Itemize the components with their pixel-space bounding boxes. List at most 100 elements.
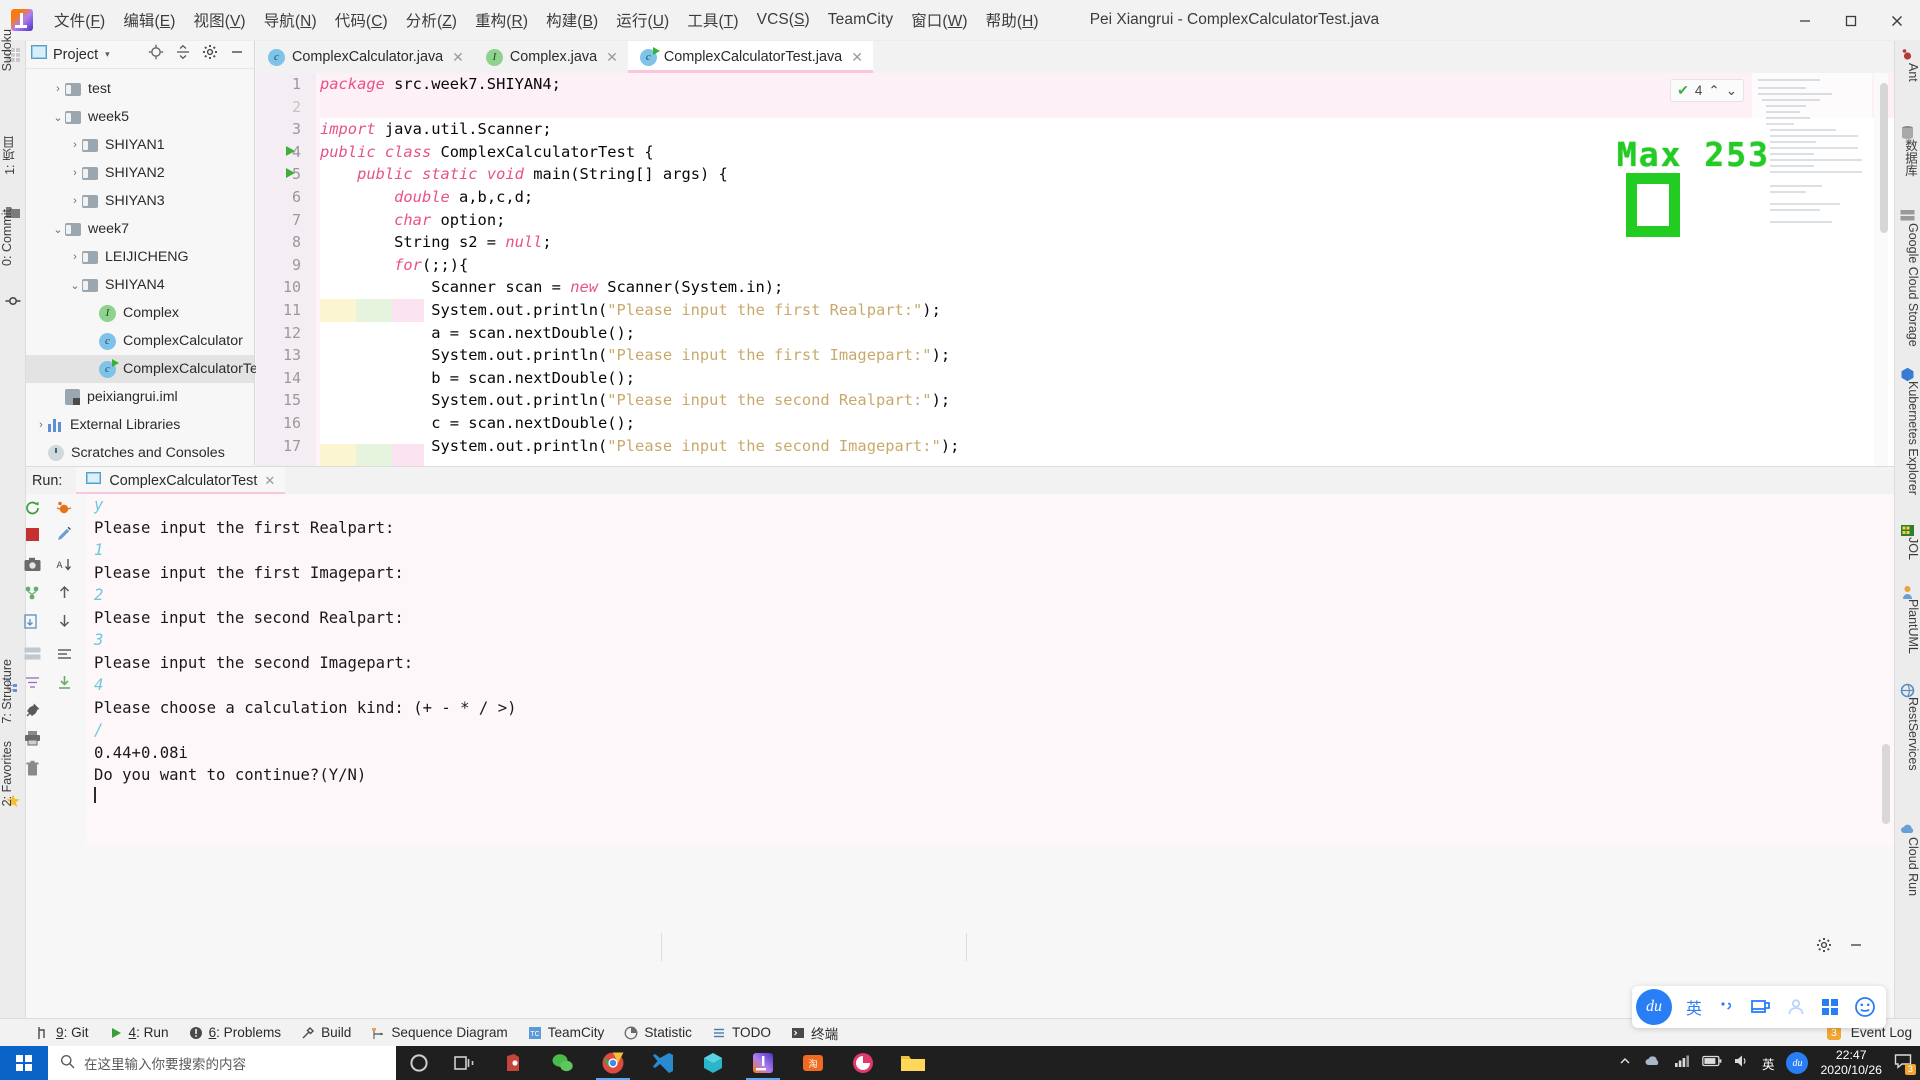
chevron-right-icon[interactable]: ›: [51, 83, 65, 95]
cloud-icon[interactable]: [1644, 1054, 1662, 1073]
status-item-4-run[interactable]: 4: Run: [99, 1025, 179, 1040]
emoji-icon[interactable]: [1854, 996, 1876, 1018]
menu-item-7[interactable]: 构建(B): [537, 6, 607, 34]
intellij-icon[interactable]: [738, 1046, 788, 1080]
tree-node-shiyan1[interactable]: › SHIYAN1: [26, 131, 254, 159]
rail-item-restservices[interactable]: RestServices: [1894, 697, 1920, 771]
chevron-down-icon[interactable]: ⌄: [68, 279, 82, 292]
commit-icon[interactable]: [5, 293, 21, 309]
menu-item-1[interactable]: 编辑(E): [114, 6, 184, 34]
code-line[interactable]: 17 System.out.println("Please input the …: [256, 435, 1894, 458]
rail-item-plantuml[interactable]: PlantUML: [1894, 599, 1920, 654]
chevron-right-icon[interactable]: ›: [68, 139, 82, 151]
pin-icon[interactable]: [2, 702, 62, 719]
chevron-down-icon[interactable]: ▾: [105, 49, 110, 60]
menu-item-10[interactable]: VCS(S): [748, 8, 819, 32]
close-icon[interactable]: ✕: [851, 49, 863, 66]
chevron-right-icon[interactable]: ›: [68, 195, 82, 207]
keyboard-icon[interactable]: [1750, 997, 1772, 1017]
status-item-sequence-diagram[interactable]: Sequence Diagram: [361, 1025, 517, 1040]
chevron-right-icon[interactable]: ›: [68, 251, 82, 263]
menu-item-9[interactable]: 工具(T): [678, 6, 747, 34]
minimize-button[interactable]: [1782, 0, 1828, 41]
menu-item-2[interactable]: 视图(V): [185, 6, 255, 34]
editor-minimap[interactable]: [1752, 73, 1872, 466]
user-icon[interactable]: [1786, 997, 1806, 1017]
tree-node-shiyan4[interactable]: ⌄ SHIYAN4: [26, 271, 254, 299]
editor-tab-2[interactable]: c ComplexCalculatorTest.java ✕: [627, 41, 873, 73]
menu-item-8[interactable]: 运行(U): [607, 6, 678, 34]
debug-icon[interactable]: [34, 499, 94, 517]
status-item-teamcity[interactable]: TC TeamCity: [518, 1025, 615, 1040]
tray-ime-lang[interactable]: 英: [1762, 1054, 1775, 1073]
network-icon[interactable]: [1674, 1054, 1690, 1073]
status-item--[interactable]: 终端: [781, 1023, 848, 1043]
rail-item-ant[interactable]: Ant: [1894, 63, 1920, 82]
rail-item-project[interactable]: 1: 项目: [0, 136, 26, 175]
code-line[interactable]: 14 b = scan.nextDouble();: [256, 367, 1894, 390]
printer-icon[interactable]: [2, 730, 62, 746]
status-item-todo[interactable]: TODO: [702, 1025, 781, 1040]
chevron-down-icon[interactable]: ⌄: [1726, 83, 1737, 99]
tree-node-complex[interactable]: ›IComplex: [26, 299, 254, 327]
down-icon[interactable]: [34, 612, 94, 629]
apps-icon[interactable]: [1820, 997, 1840, 1017]
close-icon[interactable]: ✕: [264, 473, 275, 489]
explorer-icon[interactable]: [888, 1046, 938, 1080]
close-icon[interactable]: ✕: [606, 49, 618, 66]
tray-baidu-ime-icon[interactable]: du: [1786, 1052, 1809, 1074]
rail-item-database[interactable]: 数据库: [1894, 139, 1920, 177]
console-scrollbar-thumb[interactable]: [1882, 744, 1890, 824]
status-item-9-git[interactable]: 9: Git: [26, 1025, 99, 1040]
editor-tab-1[interactable]: I Complex.java ✕: [474, 41, 628, 73]
tree-node-external-libraries[interactable]: › External Libraries: [26, 411, 254, 439]
sort-icon[interactable]: A: [34, 556, 94, 573]
code-line[interactable]: 12 a = scan.nextDouble();: [256, 322, 1894, 345]
close-icon[interactable]: ✕: [452, 49, 464, 66]
edit-icon[interactable]: [34, 526, 94, 543]
maximize-button[interactable]: [1828, 0, 1874, 41]
menu-item-12[interactable]: 窗口(W): [902, 6, 976, 34]
tree-node-scratches-and-consoles[interactable]: ›Scratches and Consoles: [26, 439, 254, 467]
menu-item-5[interactable]: 分析(Z): [397, 6, 466, 34]
code-editor[interactable]: 1 package src.week7.SHIYAN4; 2 3 import java…: [256, 73, 1894, 466]
chevron-down-icon[interactable]: ⌄: [51, 223, 65, 236]
scroll-end-icon[interactable]: [34, 646, 94, 663]
punctuation-icon[interactable]: [1716, 997, 1736, 1017]
editor-scrollbar-thumb[interactable]: [1880, 83, 1888, 233]
rail-item-gcs[interactable]: Google Cloud Storage: [1894, 223, 1920, 347]
chevron-right-icon[interactable]: ›: [34, 419, 48, 431]
rail-item-cloudrun[interactable]: Cloud Run: [1894, 837, 1920, 896]
trash-icon[interactable]: [2, 760, 62, 777]
taobao-icon[interactable]: 淘: [788, 1046, 838, 1080]
code-line[interactable]: 1 package src.week7.SHIYAN4;: [256, 73, 1894, 96]
tree-node-week5[interactable]: ⌄ week5: [26, 103, 254, 131]
rail-item-commit[interactable]: 0: Commit: [0, 209, 26, 266]
status-item-build[interactable]: Build: [291, 1025, 361, 1040]
tree-node-complexcalculator[interactable]: ›cComplexCalculator: [26, 327, 254, 355]
console-input-caret-row[interactable]: [86, 786, 1894, 805]
windows-start-icon[interactable]: [0, 1046, 48, 1080]
tree-node-week7[interactable]: ⌄ week7: [26, 215, 254, 243]
run-tab[interactable]: ComplexCalculatorTest ✕: [76, 466, 286, 495]
baidu-ime-logo-icon[interactable]: du: [1635, 989, 1672, 1025]
menu-item-3[interactable]: 导航(N): [255, 6, 326, 34]
status-item-statistic[interactable]: Statistic: [614, 1025, 702, 1040]
notifications-icon[interactable]: 3: [1894, 1053, 1916, 1075]
chevron-up-icon[interactable]: ⌃: [1708, 83, 1719, 99]
taskbar-search[interactable]: 在这里输入你要搜索的内容: [48, 1046, 396, 1080]
tree-node-shiyan2[interactable]: › SHIYAN2: [26, 159, 254, 187]
up-icon[interactable]: [34, 584, 94, 601]
chevron-up-icon[interactable]: [1618, 1054, 1632, 1073]
locate-icon[interactable]: [148, 44, 164, 65]
code-line[interactable]: 13 System.out.println("Please input the …: [256, 344, 1894, 367]
tree-node-shiyan3[interactable]: › SHIYAN3: [26, 187, 254, 215]
code-line[interactable]: 15 System.out.println("Please input the …: [256, 389, 1894, 412]
gutter-run-icon[interactable]: [286, 145, 295, 156]
taskbar-clock[interactable]: 22:47 2020/10/26: [1820, 1048, 1882, 1078]
volume-icon[interactable]: [1734, 1054, 1750, 1073]
tree-node-test[interactable]: › test: [26, 75, 254, 103]
menu-item-0[interactable]: 文件(F): [45, 6, 114, 34]
task-view-icon[interactable]: [442, 1046, 488, 1080]
run-console[interactable]: y Please input the first Realpart: 1 Please…: [86, 494, 1894, 846]
